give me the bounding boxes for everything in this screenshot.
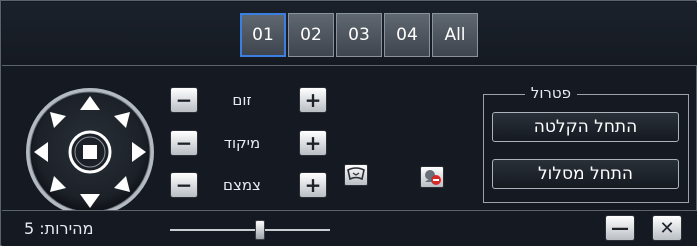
speed-slider-thumb[interactable] [255,220,265,240]
close-button[interactable]: ✕ [652,215,682,241]
clear-icon [425,170,441,185]
tab-channel-all[interactable]: All [432,13,478,57]
ptz-control-panel: 01 02 03 04 All − זום + − מיקוד + − צמצם… [0,0,697,246]
iris-open-button[interactable]: + [299,172,327,198]
direction-pad [26,88,154,216]
minus-icon: − [175,131,193,155]
tab-channel-01[interactable]: 01 [240,13,286,57]
ptz-main: − זום + − מיקוד + − צמצם + פטרול התחל הק… [2,67,697,216]
channel-tabs: 01 02 03 04 All [240,13,480,57]
preset-icon [347,167,365,181]
channel-bar: 01 02 03 04 All [2,2,697,66]
plus-icon: + [304,173,322,197]
patrol-title: פטרול [524,84,577,102]
speed-label: מהירות: 5 [24,219,94,238]
iris-label: צמצם [223,176,261,194]
clear-button[interactable] [420,166,444,188]
iris-close-button[interactable]: − [170,172,198,198]
status-bar: מהירות: 5 — ✕ [2,210,697,246]
start-record-button[interactable]: התחל הקלטה [492,112,679,142]
stop-icon [83,145,97,159]
minus-icon: − [175,173,193,197]
focus-label: מיקוד [223,134,261,152]
minimize-icon: — [611,217,629,239]
close-icon: ✕ [659,217,675,239]
zoom-label: זום [232,91,252,109]
zoom-out-button[interactable]: − [170,87,198,113]
plus-icon: + [304,131,322,155]
preset-button[interactable] [344,164,368,186]
tab-channel-03[interactable]: 03 [336,13,382,57]
speed-slider-track[interactable] [170,229,330,231]
minimize-button[interactable]: — [605,215,635,241]
plus-icon: + [304,88,322,112]
minus-icon: − [175,88,193,112]
start-route-button[interactable]: התחל מסלול [492,159,679,189]
tab-channel-04[interactable]: 04 [384,13,430,57]
zoom-in-button[interactable]: + [299,87,327,113]
focus-far-button[interactable]: + [299,130,327,156]
focus-near-button[interactable]: − [170,130,198,156]
tab-channel-02[interactable]: 02 [288,13,334,57]
